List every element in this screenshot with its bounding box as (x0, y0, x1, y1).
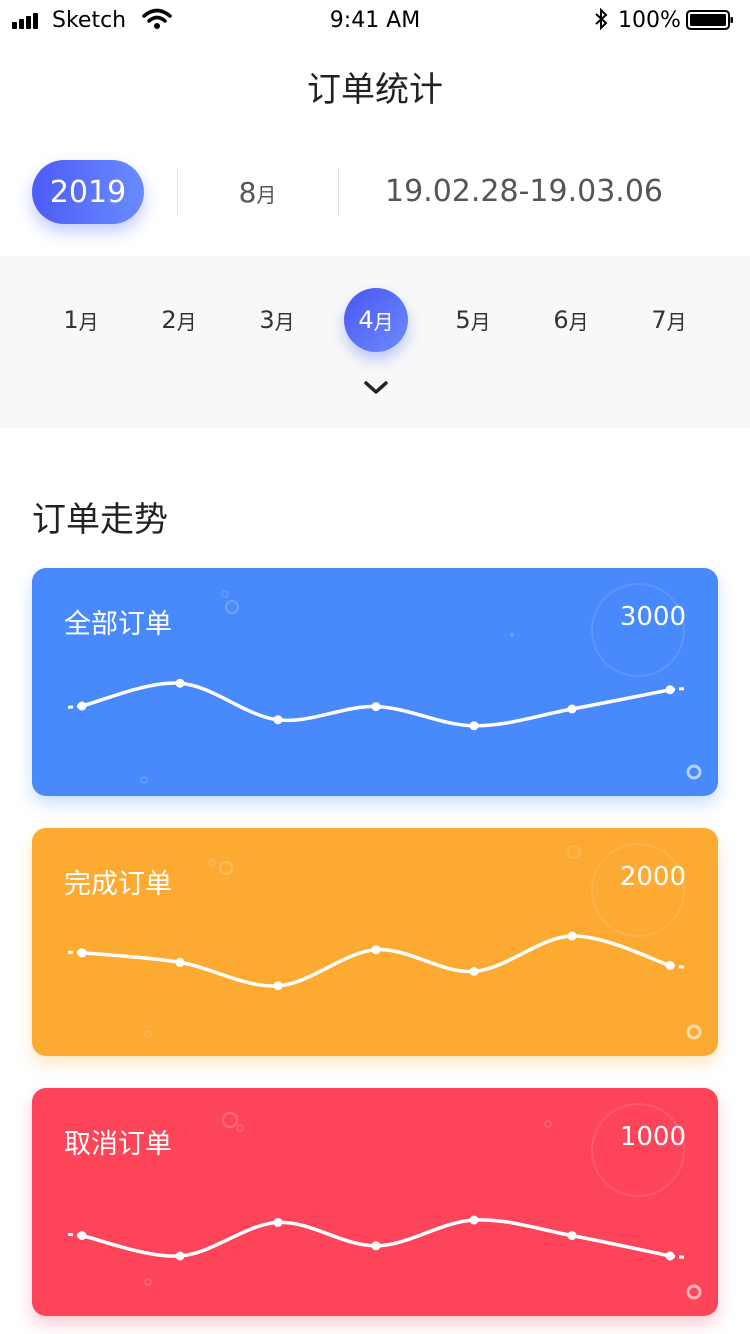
section-title: 订单走势 (32, 500, 168, 540)
trend-point (567, 704, 577, 714)
month-item-2[interactable]: 2月 (147, 288, 211, 352)
trend-point (469, 1215, 479, 1225)
year-selector[interactable]: 2019 (32, 160, 144, 224)
month-number: 6 (553, 306, 569, 334)
month-number: 4 (358, 306, 374, 334)
month-unit: 月 (666, 309, 687, 334)
month-item-3[interactable]: 3月 (245, 288, 309, 352)
trend-point (665, 685, 675, 695)
card-label: 完成订单 (64, 869, 172, 900)
trend-point (175, 957, 185, 967)
battery-percentage: 100% (618, 8, 681, 33)
trend-point (175, 678, 185, 688)
month-number: 5 (455, 306, 471, 334)
month-item-7[interactable]: 7月 (637, 288, 701, 352)
trend-point (469, 966, 479, 976)
trend-point (371, 1241, 381, 1251)
month-unit: 月 (373, 309, 394, 334)
trend-point (371, 945, 381, 955)
trend-line (80, 934, 672, 988)
order-card-completed[interactable]: 完成订单 2000 (32, 828, 718, 1056)
trend-point (371, 702, 381, 712)
divider (338, 168, 339, 216)
trend-point (77, 701, 87, 711)
trend-point (175, 1251, 185, 1261)
month-unit: 月 (568, 309, 589, 334)
month-selector-unit: 月 (256, 183, 277, 207)
card-value: 3000 (619, 602, 686, 632)
month-selector-number: 8 (238, 176, 257, 209)
battery-icon (686, 10, 733, 30)
trend-point (567, 1231, 577, 1241)
month-unit: 月 (274, 309, 295, 334)
card-label: 全部订单 (64, 609, 172, 640)
card-label: 取消订单 (64, 1129, 172, 1160)
month-unit: 月 (78, 309, 99, 334)
month-number: 2 (161, 306, 177, 334)
trend-point (273, 981, 283, 991)
trend-line (80, 1218, 672, 1258)
trend-point (665, 960, 675, 970)
divider (177, 168, 178, 216)
order-card-cancelled[interactable]: 取消订单 1000 (32, 1088, 718, 1316)
page-title: 订单统计 (307, 70, 443, 110)
card-value: 1000 (619, 1122, 686, 1152)
trend-point (77, 1231, 87, 1241)
chevron-down-icon[interactable] (363, 380, 389, 396)
month-item-6[interactable]: 6月 (539, 288, 603, 352)
month-unit: 月 (176, 309, 197, 334)
trend-point (469, 721, 479, 731)
date-range-selector[interactable]: 19.02.28-19.03.06 (362, 174, 686, 209)
month-item-1[interactable]: 1月 (49, 288, 113, 352)
month-selector[interactable]: 8月 (200, 176, 315, 209)
month-number: 1 (63, 306, 79, 334)
trend-point (665, 1251, 675, 1261)
month-strip: 1月 2月 3月 4月 5月 6月 7月 (0, 256, 750, 428)
order-card-all[interactable]: 全部订单 3000 (32, 568, 718, 796)
trend-point (567, 931, 577, 941)
month-item-5[interactable]: 5月 (441, 288, 505, 352)
trend-point (273, 1217, 283, 1227)
month-number: 3 (259, 306, 275, 334)
card-value: 2000 (619, 862, 686, 892)
trend-point (77, 948, 87, 958)
month-number: 7 (651, 306, 667, 334)
month-item-4[interactable]: 4月 (344, 288, 408, 352)
bluetooth-icon (595, 7, 608, 31)
status-bar: Sketch 9:41 AM 100% (0, 0, 750, 40)
month-unit: 月 (470, 309, 491, 334)
trend-point (273, 715, 283, 725)
